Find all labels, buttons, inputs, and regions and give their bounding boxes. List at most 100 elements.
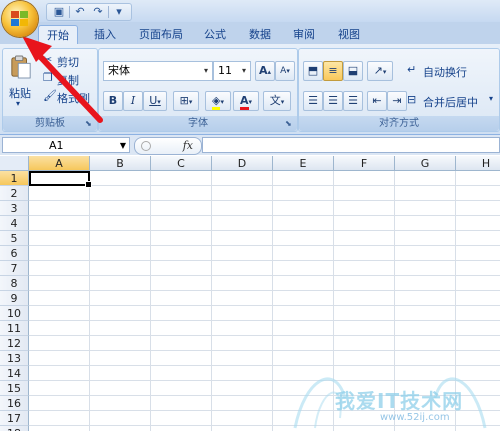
formula-input[interactable] (202, 137, 500, 153)
grid-column-line (272, 171, 273, 431)
grid-column-line (89, 171, 90, 431)
phonetic-guide-button[interactable]: 文▾ (263, 91, 291, 111)
borders-button[interactable]: ⊞▾ (173, 91, 199, 111)
font-dialog-launcher-icon[interactable]: ⬊ (285, 119, 295, 129)
row-header-15[interactable]: 15 (0, 381, 29, 396)
select-all-corner[interactable] (0, 156, 29, 171)
borders-icon: ⊞ (179, 94, 189, 107)
row-header-13[interactable]: 13 (0, 351, 29, 366)
quick-access-toolbar: ▣ ↶ ↷ ▾ (46, 3, 132, 21)
align-right-icon: ☰ (348, 94, 358, 107)
alignment-group-label: 对齐方式 (299, 116, 499, 131)
tab-home[interactable]: 开始 (38, 25, 78, 45)
save-icon[interactable]: ▣ (51, 5, 67, 19)
undo-icon[interactable]: ↶ (72, 5, 88, 19)
wrap-text-button[interactable]: ↵ 自动换行 (407, 62, 495, 80)
align-top-button[interactable]: ⬒ (303, 61, 323, 81)
align-center-button[interactable]: ☰ (323, 91, 343, 111)
office-button[interactable] (2, 1, 38, 37)
bold-button[interactable]: B (103, 91, 123, 111)
tab-formulas[interactable]: 公式 (196, 25, 234, 44)
fill-handle[interactable] (85, 181, 92, 188)
row-header-9[interactable]: 9 (0, 291, 29, 306)
decrease-indent-button[interactable]: ⇤ (367, 91, 387, 111)
chevron-down-icon[interactable]: ▾ (238, 62, 250, 80)
grid-row-line (29, 260, 500, 261)
column-header-a[interactable]: A (29, 156, 90, 171)
column-header-b[interactable]: B (90, 156, 151, 171)
watermark-text: 我爱IT技术网 (335, 389, 464, 413)
row-header-18[interactable]: 18 (0, 426, 29, 431)
chevron-down-icon[interactable]: ▾ (200, 62, 212, 80)
row-header-4[interactable]: 4 (0, 216, 29, 231)
grow-arrow-icon: ▴ (267, 68, 272, 76)
row-header-6[interactable]: 6 (0, 246, 29, 261)
row-header-5[interactable]: 5 (0, 231, 29, 246)
cut-button[interactable]: ✂ 剪切 (43, 53, 95, 69)
active-cell-a1[interactable] (29, 171, 92, 188)
row-header-12[interactable]: 12 (0, 336, 29, 351)
grow-font-button[interactable]: A▴ (255, 61, 275, 81)
column-header-d[interactable]: D (212, 156, 273, 171)
row-header-16[interactable]: 16 (0, 396, 29, 411)
increase-indent-icon: ⇥ (392, 94, 402, 107)
align-right-button[interactable]: ☰ (343, 91, 363, 111)
paste-button[interactable]: 粘贴 ▾ (7, 53, 35, 111)
title-bar: ▣ ↶ ↷ ▾ (0, 0, 500, 37)
format-painter-button[interactable]: 🖌 格式刷 (43, 89, 95, 105)
column-header-f[interactable]: F (334, 156, 395, 171)
tab-data[interactable]: 数据 (241, 25, 279, 44)
chevron-down-icon[interactable]: ▼ (120, 138, 126, 154)
align-left-button[interactable]: ☰ (303, 91, 323, 111)
orientation-button[interactable]: ↗▾ (367, 61, 393, 81)
column-header-e[interactable]: E (273, 156, 334, 171)
paste-dropdown-icon[interactable]: ▾ (16, 99, 20, 108)
increase-indent-button[interactable]: ⇥ (387, 91, 407, 111)
row-header-14[interactable]: 14 (0, 366, 29, 381)
row-header-8[interactable]: 8 (0, 276, 29, 291)
shrink-font-button[interactable]: A▾ (275, 61, 295, 81)
column-header-h[interactable]: H (456, 156, 500, 171)
grid-row-line (29, 320, 500, 321)
merge-center-icon: ⊟ (407, 93, 417, 106)
grid-row-line (29, 335, 500, 336)
font-size-combo[interactable]: 11 ▾ (213, 61, 251, 81)
font-size-value: 11 (218, 64, 232, 77)
align-middle-button[interactable]: ≡ (323, 61, 343, 81)
name-box[interactable]: A1 ▼ (2, 137, 130, 153)
clipboard-group-label: 剪贴板 (3, 116, 97, 131)
grid-row-line (29, 305, 500, 306)
row-header-10[interactable]: 10 (0, 306, 29, 321)
column-header-c[interactable]: C (151, 156, 212, 171)
row-header-2[interactable]: 2 (0, 186, 29, 201)
row-header-17[interactable]: 17 (0, 411, 29, 426)
tab-page-layout[interactable]: 页面布局 (131, 25, 191, 44)
tab-insert[interactable]: 插入 (86, 25, 124, 44)
grow-font-label: A (258, 64, 268, 77)
copy-button[interactable]: ❐ 复制 (43, 71, 95, 87)
row-header-7[interactable]: 7 (0, 261, 29, 276)
insert-function-button[interactable]: fx (183, 138, 193, 154)
chevron-down-icon: ▾ (220, 98, 224, 106)
underline-button[interactable]: U▾ (143, 91, 167, 111)
row-header-3[interactable]: 3 (0, 201, 29, 216)
tab-review[interactable]: 审阅 (285, 25, 323, 44)
merge-center-button[interactable]: ⊟ 合并后居中 ▾ (407, 92, 497, 110)
clipboard-dialog-launcher-icon[interactable]: ⬊ (85, 119, 95, 129)
row-header-1[interactable]: 1 (0, 171, 29, 186)
grid-column-line (211, 171, 212, 431)
align-bottom-button[interactable]: ⬓ (343, 61, 363, 81)
qat-more-button[interactable]: ▾ (111, 5, 127, 19)
font-name-combo[interactable]: 宋体 ▾ (103, 61, 213, 81)
expand-circle-icon[interactable] (141, 141, 151, 151)
brush-icon: 🖌 (43, 89, 57, 102)
fill-color-button[interactable]: ◈▾ (205, 91, 231, 111)
chevron-down-icon: ▾ (382, 68, 387, 76)
redo-icon[interactable]: ↷ (90, 5, 106, 19)
italic-button[interactable]: I (123, 91, 143, 111)
tab-view[interactable]: 视图 (330, 25, 368, 44)
row-header-11[interactable]: 11 (0, 321, 29, 336)
chevron-down-icon[interactable]: ▾ (489, 94, 493, 103)
font-color-button[interactable]: A▾ (233, 91, 259, 111)
column-header-g[interactable]: G (395, 156, 456, 171)
